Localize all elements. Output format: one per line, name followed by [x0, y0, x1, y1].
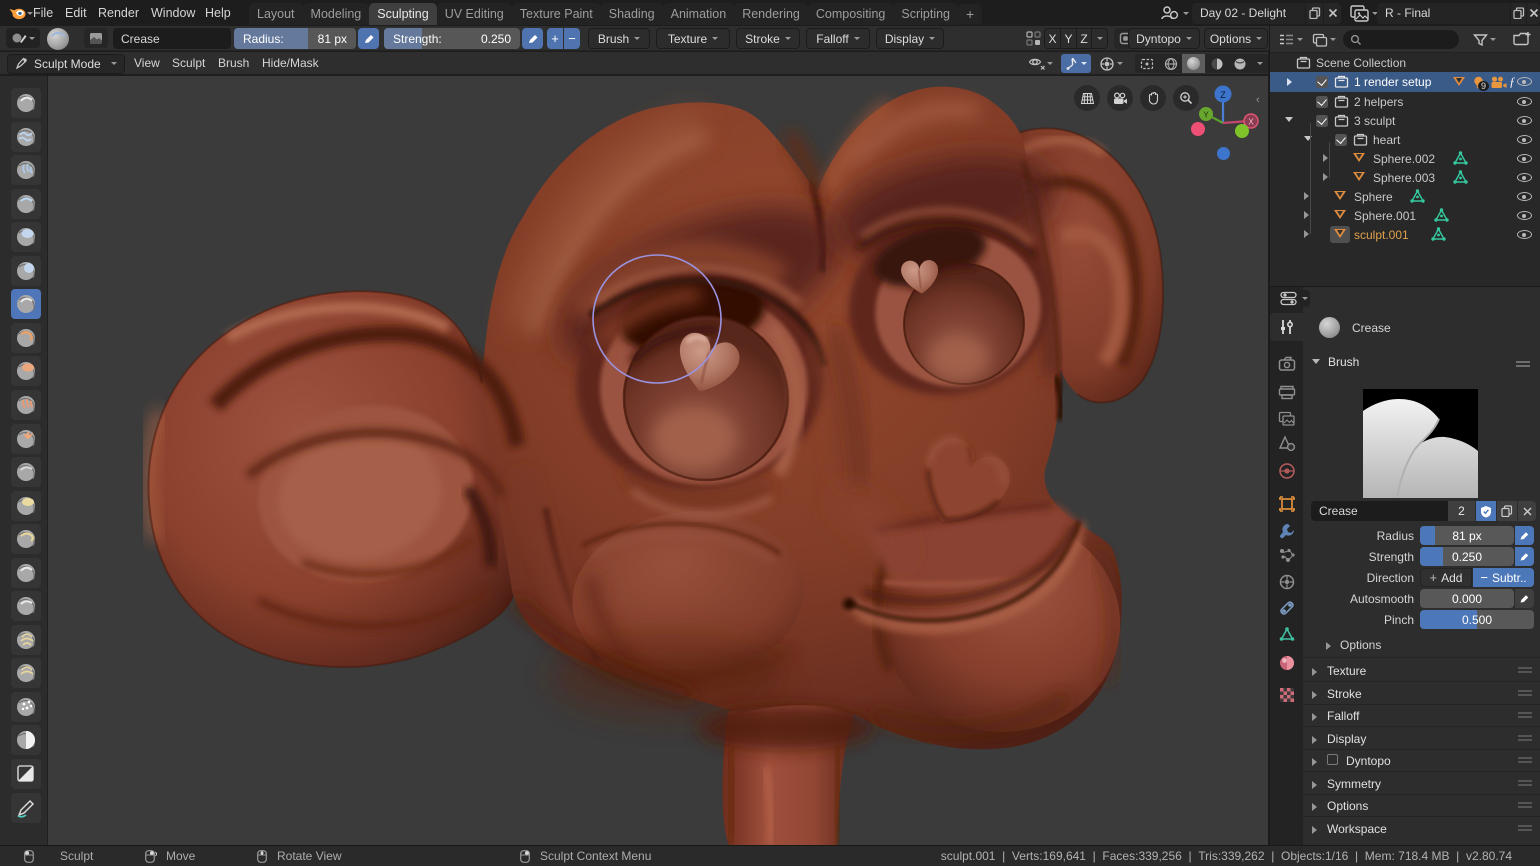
svg-text:Z: Z: [1220, 90, 1226, 100]
svg-text:Y: Y: [1203, 111, 1209, 120]
svg-text:X: X: [1248, 118, 1254, 127]
